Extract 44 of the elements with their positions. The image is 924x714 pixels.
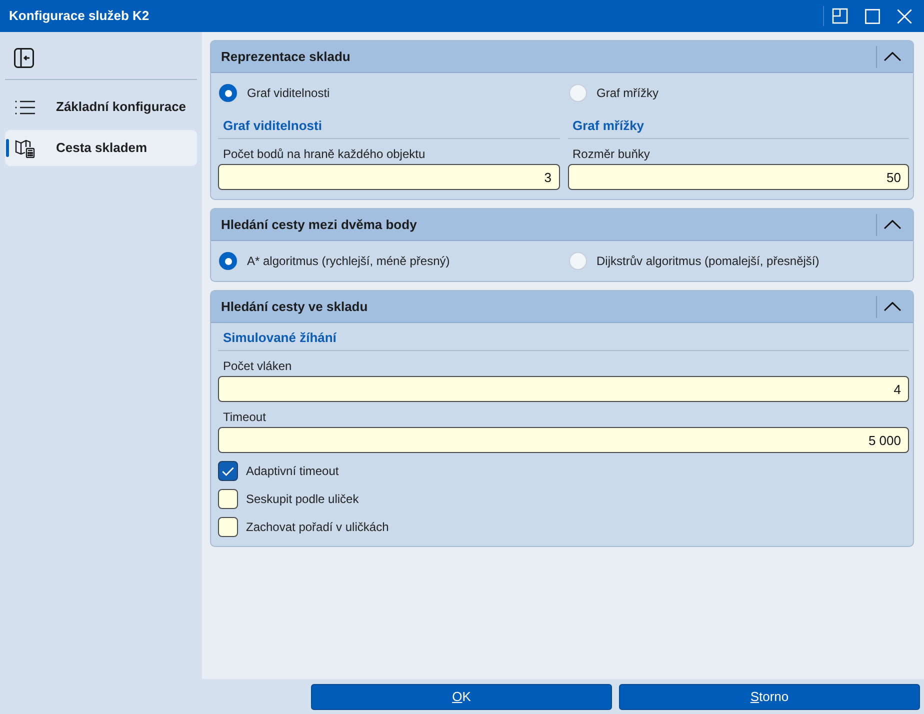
radio-button[interactable] <box>568 84 586 102</box>
radio-button[interactable] <box>219 84 237 102</box>
radio-button[interactable] <box>568 252 586 270</box>
number-field[interactable]: 5 000 <box>218 427 909 453</box>
maximize-icon[interactable] <box>864 8 880 24</box>
field-label: Timeout <box>223 409 266 425</box>
field-label: Počet bodů na hraně každého objektu <box>223 146 426 162</box>
section-title: Reprezentace skladu <box>221 48 352 66</box>
sidebar-collapse-icon[interactable] <box>14 48 34 68</box>
checkbox[interactable] <box>218 517 238 537</box>
radio-button[interactable] <box>219 252 237 270</box>
group-heading: Graf viditelnosti <box>223 117 322 135</box>
checkbox-label[interactable]: Seskupit podle uliček <box>246 490 359 508</box>
checkbox-label[interactable]: Adaptivní timeout <box>246 462 339 480</box>
dialog-button[interactable]: Storno <box>619 684 920 710</box>
number-field[interactable]: 50 <box>568 164 909 190</box>
radio-label[interactable]: Graf mřížky <box>596 84 658 102</box>
map-calculator-icon <box>15 138 35 158</box>
list-icon <box>15 100 35 114</box>
window-title: Konfigurace služeb K2 <box>9 7 150 26</box>
checkbox-label[interactable]: Zachovat pořadí v uličkách <box>246 518 389 536</box>
dialog-button[interactable]: OK <box>311 684 612 710</box>
radio-label[interactable]: Graf viditelnosti <box>247 84 330 102</box>
snap-layout-icon[interactable] <box>832 8 848 24</box>
checkbox[interactable] <box>218 461 238 481</box>
chevron-up-icon[interactable] <box>884 52 900 61</box>
selection-indicator-icon <box>6 139 9 157</box>
number-field[interactable]: 4 <box>218 376 909 402</box>
radio-label[interactable]: A* algoritmus (rychlejší, méně přesný) <box>247 252 450 270</box>
sidebar-item[interactable]: Cesta skladem <box>5 130 197 166</box>
chevron-up-icon[interactable] <box>884 220 900 229</box>
group-heading: Graf mřížky <box>572 117 644 135</box>
chevron-up-icon[interactable] <box>884 302 900 311</box>
section-title: Hledání cesty mezi dvěma body <box>221 216 418 234</box>
checkbox[interactable] <box>218 489 238 509</box>
number-field[interactable]: 3 <box>218 164 560 190</box>
radio-label[interactable]: Dijkstrův algoritmus (pomalejší, přesnější) <box>596 252 820 270</box>
close-icon[interactable] <box>896 8 912 24</box>
sidebar-item[interactable]: Základní konfigurace <box>5 89 197 125</box>
field-label: Počet vláken <box>223 358 292 374</box>
section-title: Hledání cesty ve skladu <box>221 298 369 316</box>
group-heading: Simulované žíhání <box>223 329 336 347</box>
field-label: Rozměr buňky <box>572 146 650 162</box>
check-icon <box>222 466 234 476</box>
